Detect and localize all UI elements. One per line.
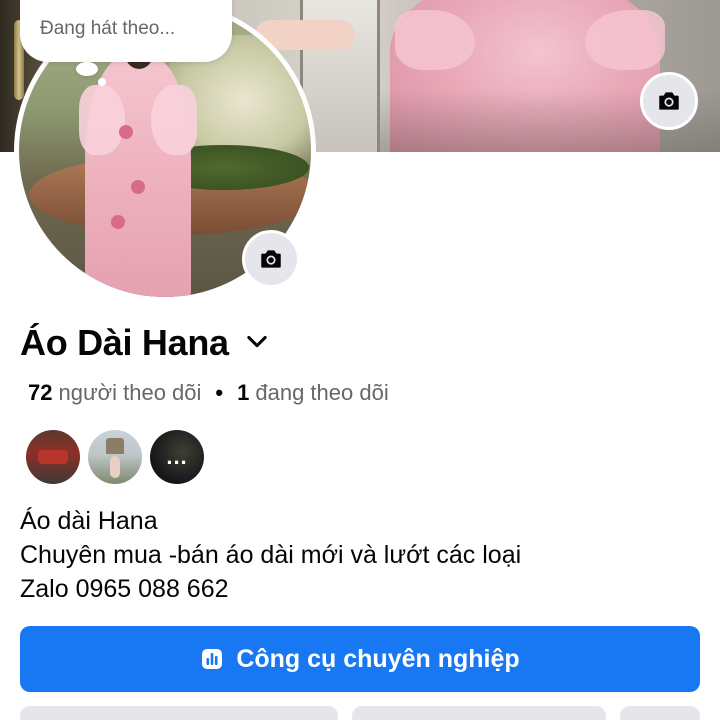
secondary-action-button[interactable] (20, 706, 338, 720)
bubble-tail-large (76, 62, 98, 76)
follow-stats: 72 người theo dõi • 1 đang theo dõi (28, 380, 389, 406)
cover-sleeve-right (585, 10, 665, 70)
more-followers-button[interactable]: ... (150, 430, 204, 484)
professional-tools-label: Công cụ chuyên nghiệp (236, 644, 520, 673)
bubble-tail-small (98, 78, 106, 86)
profile-bio: Áo dài Hana Chuyên mua -bán áo dài mới v… (20, 504, 521, 606)
edit-cover-photo-button[interactable] (640, 72, 698, 130)
status-note-text: Đang hát theo... (40, 18, 176, 39)
edit-profile-picture-button[interactable] (242, 230, 300, 288)
avatar-flower (131, 180, 145, 194)
more-dots: ... (166, 444, 188, 469)
professional-tools-button[interactable]: Công cụ chuyên nghiệp (20, 626, 700, 692)
avatar-flower (111, 215, 125, 229)
status-note-bubble[interactable]: Đang hát theo... (20, 0, 232, 62)
more-actions-button[interactable] (620, 706, 700, 720)
avatar-flower (119, 125, 133, 139)
profile-name-switcher[interactable]: Áo Dài Hana (20, 322, 271, 364)
profile-name: Áo Dài Hana (20, 322, 229, 363)
secondary-action-button[interactable] (352, 706, 606, 720)
bio-line: Chuyên mua -bán áo dài mới và lướt các l… (20, 541, 522, 569)
avatar-sleeve-left (79, 85, 125, 155)
separator-dot: • (215, 380, 224, 405)
camera-icon (261, 250, 281, 268)
dashboard-icon (202, 649, 223, 669)
bio-line: Zalo 0965 088 662 (20, 575, 229, 603)
following-count[interactable]: 1 (237, 380, 249, 406)
followers-count[interactable]: 72 (28, 380, 52, 406)
chevron-down-icon (243, 327, 271, 360)
followers-label[interactable]: người theo dõi (58, 380, 201, 406)
follower-avatars: ... (26, 430, 204, 484)
avatar-sleeve-right (151, 85, 197, 155)
following-label[interactable]: đang theo dõi (255, 380, 388, 406)
follower-avatar[interactable] (88, 430, 142, 484)
camera-icon (659, 92, 679, 110)
follower-avatar[interactable] (26, 430, 80, 484)
bio-line: Áo dài Hana (20, 507, 158, 535)
